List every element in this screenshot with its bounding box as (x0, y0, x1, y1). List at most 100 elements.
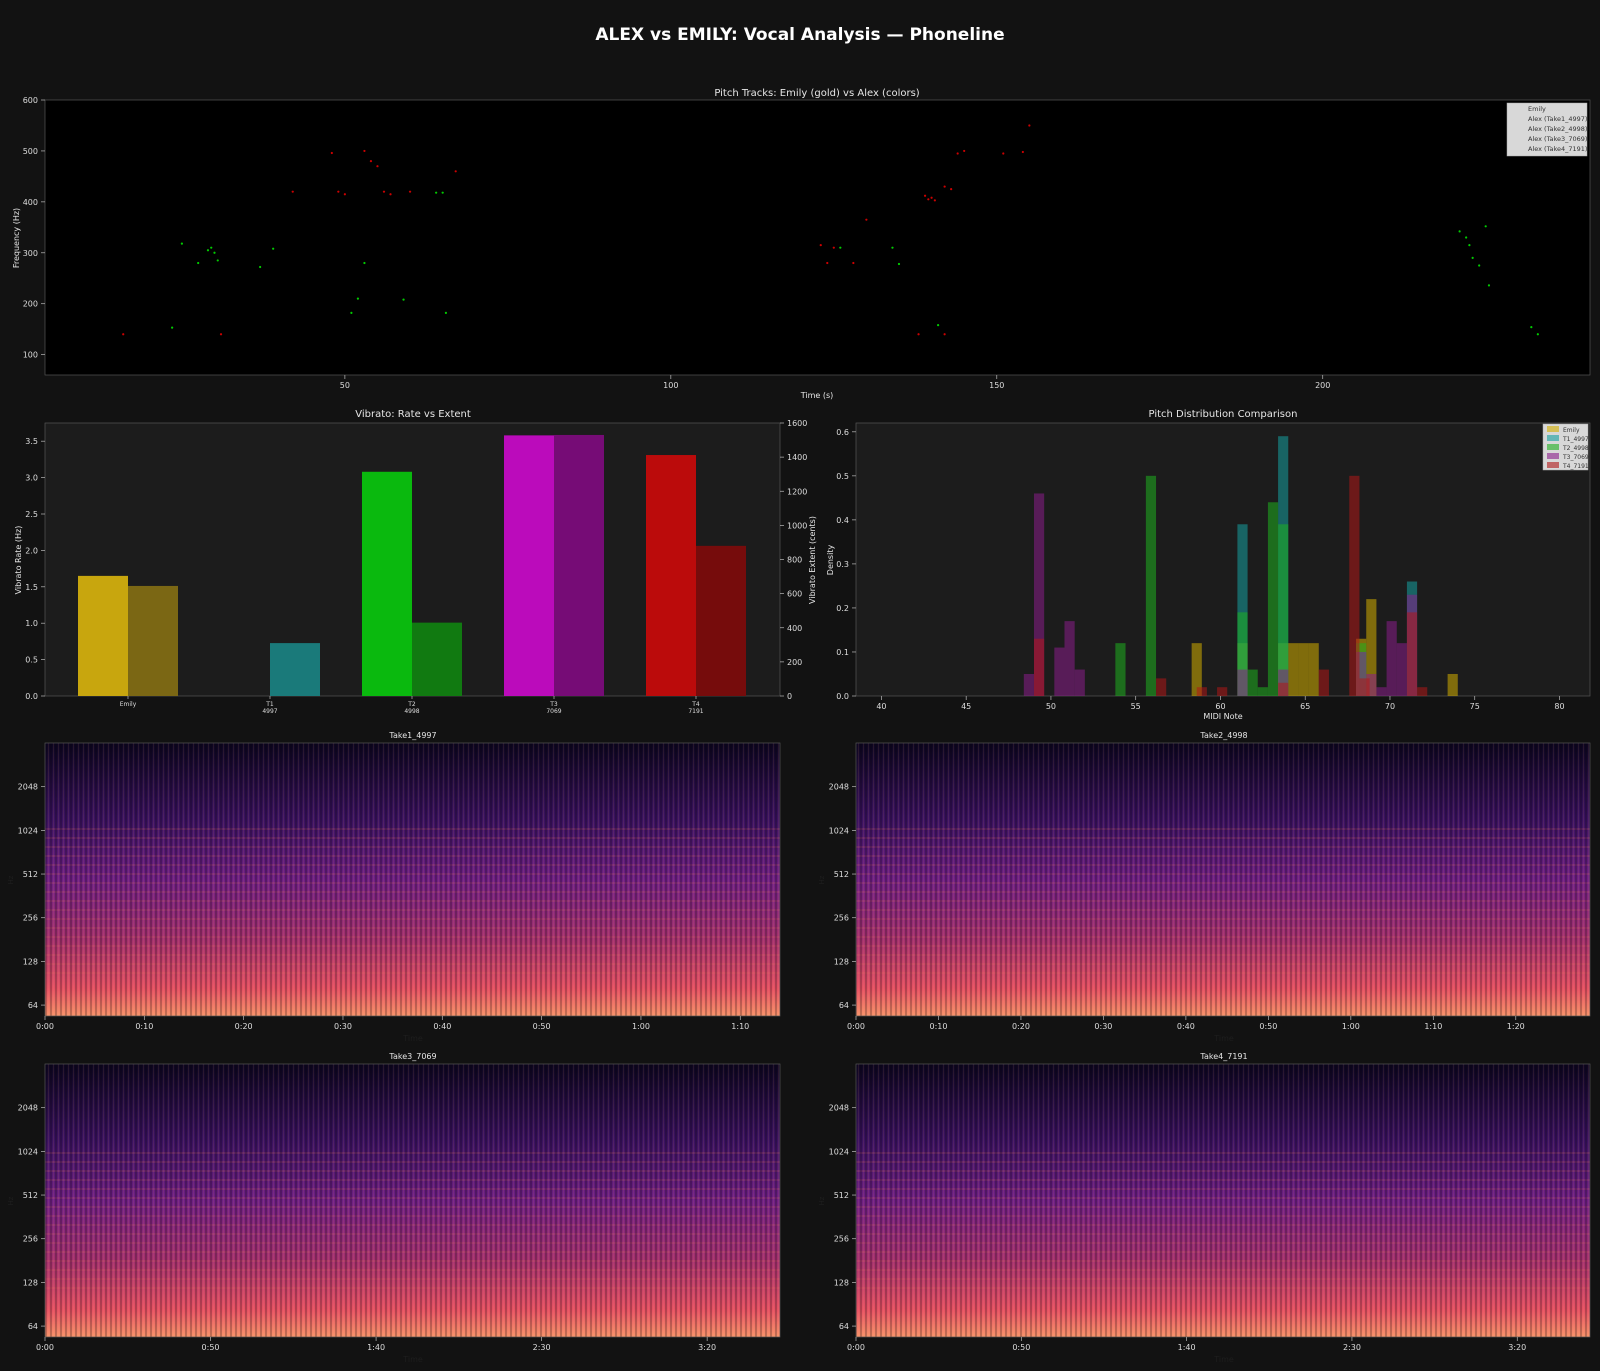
distribution-xtick-label: 75 (1470, 702, 1480, 711)
pitch-xtick-label: 150 (989, 381, 1004, 390)
pitch-point (943, 333, 946, 336)
distribution-xtick-label: 60 (1215, 702, 1225, 711)
pitch-point (852, 261, 855, 265)
distribution-xtick-label: 55 (1131, 702, 1141, 711)
vibrato-rate-bar (78, 575, 128, 696)
spectrogram-ytick-label: 64 (28, 1322, 38, 1331)
pitch-point (444, 311, 448, 314)
spectrogram-texture (856, 743, 1590, 1016)
pitch-point (832, 246, 835, 249)
distribution-bar (1308, 643, 1319, 696)
pitch-point (956, 152, 959, 155)
pitch-ytick-label: 200 (23, 300, 38, 309)
spectrogram-ytick-label: 2048 (829, 783, 849, 792)
pitch-point (402, 298, 405, 301)
spectrogram-title: Take2_4998 (1199, 731, 1247, 740)
pitch-point (272, 247, 275, 250)
pitch-tracks-chart: Pitch Tracks: Emily (gold) vs Alex (colo… (12, 88, 1591, 400)
pitch-point (219, 333, 223, 336)
spectrogram-xtick-label: 0:50 (1259, 1022, 1277, 1031)
spectrogram-title: Take1_4997 (388, 731, 436, 740)
spectrogram-xtick-label: 0:20 (235, 1022, 253, 1031)
pitch-point (1458, 230, 1461, 233)
spectrogram-ylabel: Hz (818, 1196, 826, 1205)
vibrato-ylabel: Vibrato Rate (Hz) (14, 526, 23, 595)
spectrogram-ytick-label: 64 (28, 1001, 38, 1010)
pitch-point (839, 246, 842, 249)
spectrogram-texture (45, 743, 780, 1016)
distribution-bar (1237, 669, 1248, 696)
pitch-point (363, 149, 366, 153)
pitch-legend-label: Alex (Take4_7191) (1528, 145, 1587, 153)
pitch-point (369, 160, 373, 163)
pitch-point (291, 190, 294, 193)
vibrato-ytick-label: 3.5 (25, 437, 38, 446)
pitch-point (343, 193, 346, 196)
spectrogram-ytick-label: 2048 (18, 1104, 38, 1113)
pitch-title: Pitch Tracks: Emily (gold) vs Alex (colo… (714, 88, 919, 99)
pitch-distribution-chart: Pitch Distribution Comparison MIDI Note … (826, 409, 1591, 721)
spectrogram-xtick-label: 0:00 (847, 1343, 865, 1352)
spectrogram-xtick-label: 1:40 (367, 1343, 385, 1352)
distribution-bar (1376, 687, 1387, 696)
pitch-point (891, 246, 894, 249)
vibrato-rate-bar (362, 471, 412, 696)
spectrogram-xtick-label: 0:50 (202, 1343, 220, 1352)
pitch-legend-label: Emily (1528, 105, 1546, 113)
pitch-point (1021, 150, 1024, 154)
spectrogram-ytick-label: 256 (834, 1235, 849, 1244)
pitch-point (382, 190, 386, 193)
distribution-ylabel: Density (826, 545, 835, 576)
spectrogram-xtick-label: 0:50 (533, 1022, 551, 1031)
pitch-point (933, 199, 936, 202)
vibrato-extent-bar (412, 622, 462, 696)
vibrato-rate-bar (646, 455, 696, 696)
spectrogram-xtick-label: 3:20 (698, 1343, 716, 1352)
pitch-point (1536, 333, 1539, 336)
distribution-xtick-label: 70 (1385, 702, 1395, 711)
pitch-point (819, 244, 822, 247)
vibrato-ytick-label: 1.5 (25, 583, 38, 592)
distribution-bar (1267, 502, 1279, 696)
pitch-legend-label: Alex (Take2_4998) (1528, 125, 1587, 133)
pitch-point (259, 265, 262, 269)
spectrogram-xtick-label: 0:10 (929, 1022, 947, 1031)
spectrogram-ytick-label: 1024 (18, 1147, 38, 1156)
distribution-ytick-label: 0.6 (836, 428, 849, 437)
vibrato-extent-bar (696, 545, 746, 696)
pitch-point (206, 249, 210, 252)
spectrogram-xtick-label: 0:40 (433, 1022, 451, 1031)
pitch-point (930, 196, 933, 199)
distribution-ytick-label: 0.4 (836, 516, 849, 525)
pitch-point (356, 297, 360, 300)
vibrato-xtick-label: T1 (265, 701, 274, 708)
distribution-bar (1318, 669, 1329, 696)
spectrogram-ytick-label: 512 (23, 870, 38, 879)
spectrogram-xlabel: Time (402, 1034, 423, 1043)
spectrogram-panel: 64 128 256 512 1024 2048 0:00 0:10 0:20 0:30 0:40 0… (18, 742, 781, 1031)
distribution-bar (1217, 687, 1228, 696)
distribution-bar (1023, 673, 1034, 696)
pitch-point (826, 261, 829, 265)
vibrato-ytick-label: 0.5 (25, 656, 38, 665)
vibrato-xtick-label: T3 (549, 701, 558, 708)
distribution-bar (1033, 638, 1045, 696)
distribution-title: Pitch Distribution Comparison (1149, 409, 1298, 420)
spectrogram-xtick-label: 2:30 (1343, 1343, 1361, 1352)
vibrato-chart: Vibrato: Rate vs Extent Vibrato Rate (Hz… (14, 409, 817, 715)
spectrogram-xtick-label: 0:00 (36, 1343, 54, 1352)
spectrogram-ytick-label: 512 (23, 1191, 38, 1200)
vibrato-y2tick-label: 1600 (787, 419, 807, 428)
pitch-point (435, 191, 438, 194)
pitch-point (376, 165, 379, 168)
spectrogram-xtick-label: 0:30 (334, 1022, 352, 1031)
pitch-point (917, 333, 920, 336)
vibrato-extent-bar (128, 585, 178, 696)
pitch-xtick-label: 50 (340, 381, 350, 390)
spectrogram-xtick-label: 1:00 (1342, 1022, 1360, 1031)
spectrogram-xtick-label: 1:10 (731, 1022, 749, 1031)
pitch-point (171, 326, 174, 329)
vibrato-xtick-label: 7069 (546, 708, 561, 715)
distribution-legend: Emily T1_4997 T2_4998 T3_7069 T4_7191 (1542, 423, 1589, 471)
pitch-point (950, 188, 953, 191)
